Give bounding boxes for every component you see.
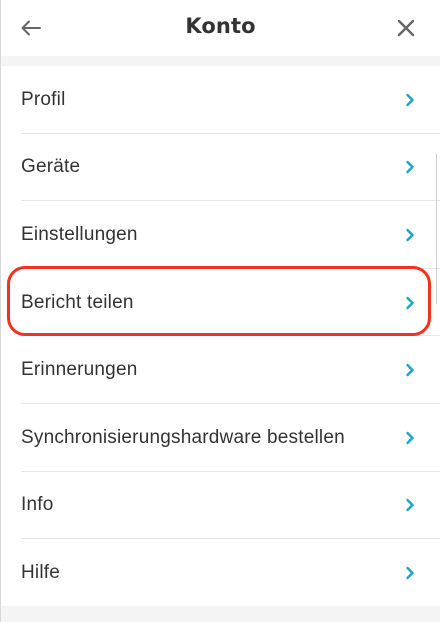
close-icon [397,19,415,37]
header: Konto [1,0,440,56]
menu-item-label: Profil [21,88,66,110]
menu-item-hilfe[interactable]: Hilfe [1,539,440,607]
menu-item-einstellungen[interactable]: Einstellungen [1,201,440,269]
chevron-right-icon [404,295,416,311]
section-gap [1,56,440,66]
chevron-right-icon [404,92,416,108]
menu-item-label: Bericht teilen [21,291,134,313]
menu-item-label: Einstellungen [21,223,138,245]
scrollbar-edge [436,154,440,304]
chevron-right-icon [404,159,416,175]
menu-item-synchronisierungshardware[interactable]: Synchronisierungshardware bestellen [1,404,440,472]
page-title: Konto [185,14,256,38]
menu-item-bericht-teilen[interactable]: Bericht teilen [1,269,440,337]
account-screen: Konto Profil Geräte Einstellungen Berich… [0,0,440,622]
menu-item-label: Erinnerungen [21,359,138,381]
menu-item-label: Hilfe [21,561,61,583]
chevron-right-icon [404,565,416,581]
chevron-right-icon [404,430,416,446]
menu-item-label: Synchronisierungshardware bestellen [21,426,345,448]
account-menu: Profil Geräte Einstellungen Bericht teil… [1,66,440,607]
close-button[interactable] [392,14,420,42]
menu-item-info[interactable]: Info [1,472,440,540]
menu-item-label: Geräte [21,156,81,178]
menu-item-erinnerungen[interactable]: Erinnerungen [1,336,440,404]
menu-item-label: Info [21,494,54,516]
bottom-band [1,606,440,622]
chevron-right-icon [404,362,416,378]
menu-item-profil[interactable]: Profil [1,66,440,134]
menu-item-geraete[interactable]: Geräte [1,134,440,202]
chevron-right-icon [404,227,416,243]
chevron-right-icon [404,497,416,513]
